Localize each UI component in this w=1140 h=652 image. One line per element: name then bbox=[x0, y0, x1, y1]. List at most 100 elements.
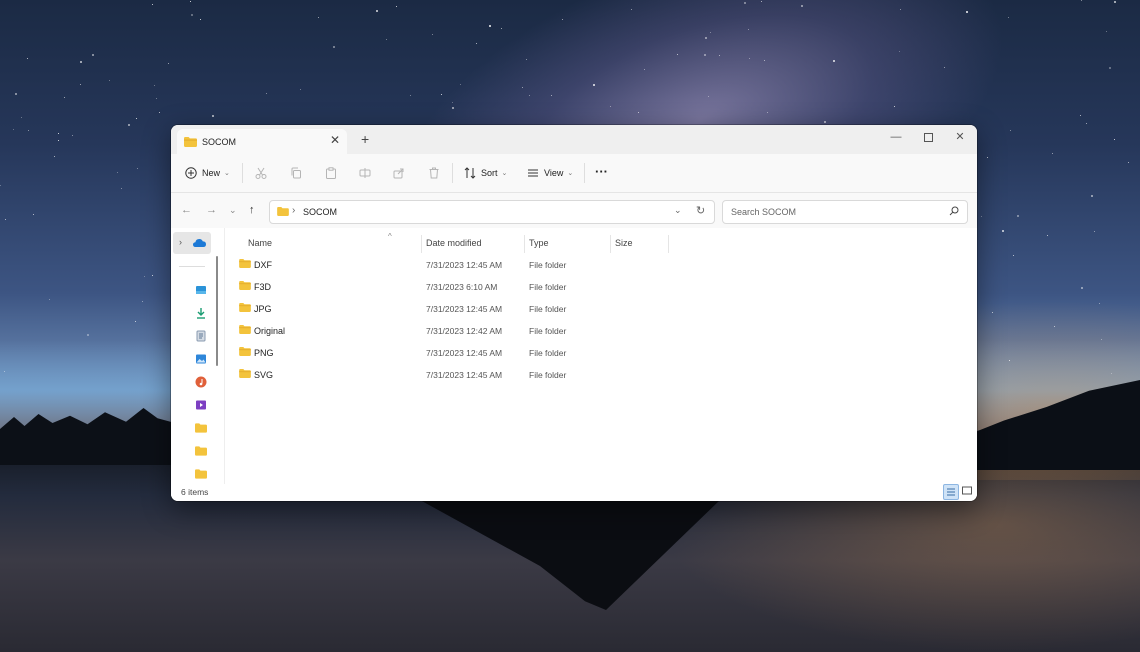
copy-button[interactable] bbox=[290, 165, 302, 181]
address-dropdown-icon[interactable]: ⌄ bbox=[674, 205, 682, 216]
videos-icon[interactable] bbox=[195, 399, 207, 411]
star bbox=[610, 106, 611, 107]
minimize-button[interactable]: — bbox=[881, 129, 911, 147]
pictures-icon[interactable] bbox=[195, 353, 207, 365]
star bbox=[1111, 373, 1112, 374]
file-row[interactable]: Original 7/31/2023 12:42 AM File folder bbox=[231, 320, 961, 340]
star bbox=[109, 80, 110, 81]
star bbox=[767, 112, 768, 113]
star bbox=[452, 102, 453, 103]
star bbox=[190, 1, 191, 2]
file-row[interactable]: DXF 7/31/2023 12:45 AM File folder bbox=[231, 254, 961, 274]
back-arrow-icon[interactable]: ← bbox=[181, 204, 192, 216]
folder-icon[interactable] bbox=[195, 445, 207, 457]
chevron-right-icon[interactable]: › bbox=[179, 237, 182, 247]
star bbox=[1008, 17, 1009, 18]
folder-icon[interactable] bbox=[195, 422, 207, 434]
column-type[interactable]: Type bbox=[529, 238, 549, 248]
file-row[interactable]: F3D 7/31/2023 6:10 AM File folder bbox=[231, 276, 961, 296]
recent-locations-chevron-icon[interactable]: ⌄ bbox=[229, 204, 237, 216]
star bbox=[1128, 162, 1129, 163]
star bbox=[987, 157, 988, 158]
delete-button[interactable] bbox=[428, 165, 440, 181]
tab-socom[interactable]: SOCOM ✕ bbox=[177, 129, 347, 154]
share-button[interactable] bbox=[393, 165, 405, 181]
tiles-view-icon bbox=[962, 486, 972, 495]
column-divider[interactable] bbox=[610, 235, 611, 253]
star bbox=[1099, 303, 1100, 304]
new-tab-button[interactable]: + bbox=[361, 132, 369, 146]
sort-label: Sort bbox=[481, 168, 498, 178]
forward-arrow-icon[interactable]: → bbox=[206, 204, 217, 216]
close-window-button[interactable]: ✕ bbox=[945, 129, 975, 147]
refresh-icon[interactable]: ↻ bbox=[696, 204, 705, 217]
file-row[interactable]: JPG 7/31/2023 12:45 AM File folder bbox=[231, 298, 961, 318]
star bbox=[128, 124, 130, 126]
paste-button[interactable] bbox=[325, 165, 337, 181]
navigation-pane: › bbox=[171, 228, 223, 484]
column-divider[interactable] bbox=[421, 235, 422, 253]
star bbox=[121, 188, 122, 189]
file-row[interactable]: SVG 7/31/2023 12:45 AM File folder bbox=[231, 364, 961, 384]
star bbox=[1109, 67, 1111, 69]
new-button[interactable]: New ⌄ bbox=[185, 165, 230, 181]
breadcrumb-separator: › bbox=[292, 205, 296, 216]
column-divider[interactable] bbox=[524, 235, 525, 253]
star bbox=[318, 17, 319, 18]
folder-icon[interactable] bbox=[195, 468, 207, 480]
folder-icon bbox=[239, 303, 251, 312]
file-type: File folder bbox=[529, 348, 567, 358]
star bbox=[333, 46, 335, 48]
more-options-button[interactable]: ··· bbox=[595, 163, 608, 179]
desktop-icon[interactable] bbox=[195, 284, 207, 296]
folder-icon bbox=[239, 325, 251, 334]
cut-button[interactable] bbox=[255, 165, 267, 181]
star bbox=[28, 130, 29, 131]
star bbox=[705, 37, 707, 39]
star bbox=[4, 371, 5, 372]
cut-icon bbox=[255, 167, 267, 179]
search-box[interactable] bbox=[722, 200, 968, 224]
search-input[interactable] bbox=[729, 204, 938, 220]
star bbox=[92, 54, 94, 56]
column-divider[interactable] bbox=[668, 235, 669, 253]
star bbox=[1081, 287, 1083, 289]
breadcrumb-socom[interactable]: SOCOM bbox=[303, 207, 337, 217]
address-bar[interactable]: › SOCOM ⌄ ↻ bbox=[269, 200, 715, 224]
column-size[interactable]: Size bbox=[615, 238, 633, 248]
up-arrow-icon[interactable]: ↑ bbox=[249, 204, 255, 216]
documents-icon[interactable] bbox=[195, 330, 207, 342]
star bbox=[1114, 1, 1116, 3]
music-icon[interactable] bbox=[195, 376, 207, 388]
nav-scrollbar[interactable] bbox=[216, 256, 218, 366]
star bbox=[801, 5, 803, 7]
toolbar-divider bbox=[584, 163, 585, 183]
star bbox=[58, 133, 59, 134]
star bbox=[748, 29, 749, 30]
star bbox=[764, 60, 765, 61]
close-tab-icon[interactable]: ✕ bbox=[330, 134, 340, 146]
star bbox=[13, 129, 14, 130]
downloads-icon[interactable] bbox=[195, 307, 207, 319]
sort-button[interactable]: Sort ⌄ bbox=[464, 165, 507, 181]
rename-button[interactable] bbox=[359, 165, 371, 181]
star bbox=[137, 168, 138, 169]
maximize-button[interactable] bbox=[913, 129, 943, 147]
file-row[interactable]: PNG 7/31/2023 12:45 AM File folder bbox=[231, 342, 961, 362]
column-date-modified[interactable]: Date modified bbox=[426, 238, 482, 248]
tiles-view-button[interactable] bbox=[960, 484, 974, 498]
star bbox=[117, 172, 118, 173]
folder-icon bbox=[239, 259, 251, 268]
view-button[interactable]: View ⌄ bbox=[527, 165, 573, 181]
star bbox=[396, 6, 397, 7]
star bbox=[27, 58, 28, 59]
folder-icon bbox=[239, 369, 251, 378]
nav-item-onedrive[interactable]: › bbox=[173, 232, 211, 254]
star bbox=[719, 55, 720, 56]
folder-icon bbox=[277, 207, 289, 216]
star bbox=[551, 95, 552, 96]
column-name[interactable]: Name bbox=[248, 238, 272, 248]
star bbox=[1002, 230, 1004, 232]
star bbox=[441, 94, 442, 95]
details-view-button[interactable] bbox=[943, 484, 959, 500]
